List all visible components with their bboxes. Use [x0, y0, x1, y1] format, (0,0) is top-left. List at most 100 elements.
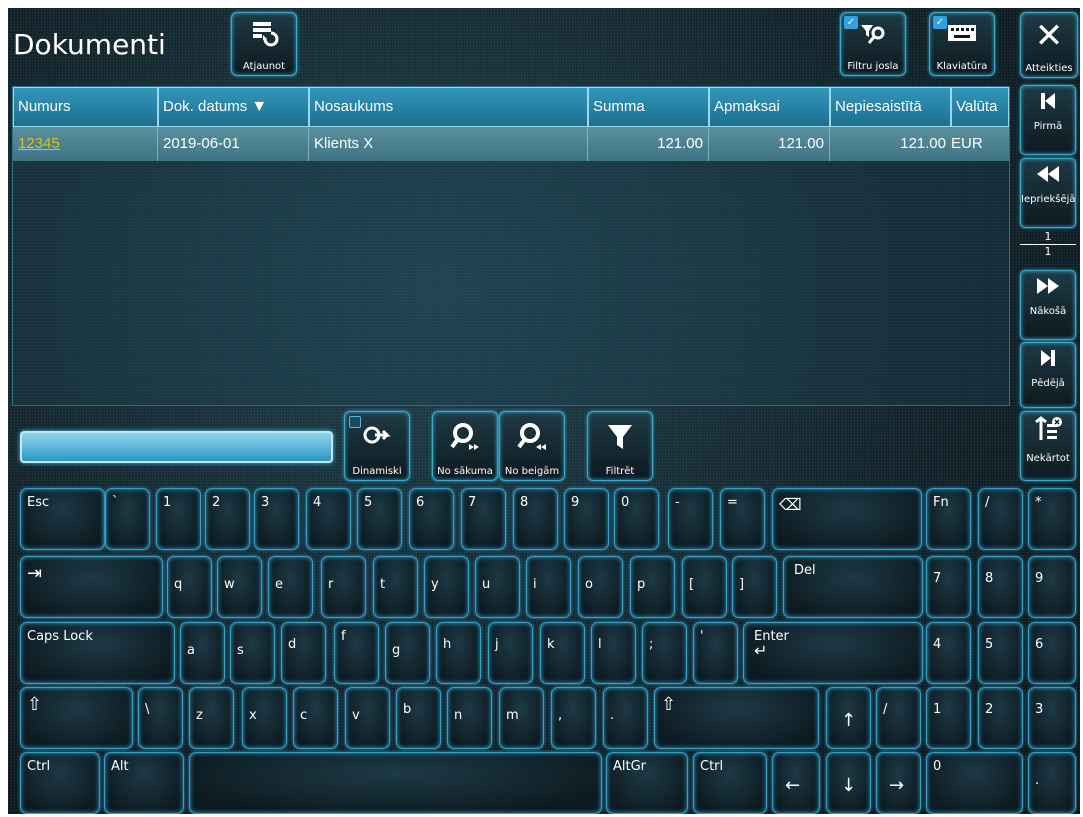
key-4[interactable]: 4	[306, 488, 351, 550]
key-numpad-3[interactable]: 3	[1028, 687, 1076, 749]
key-8[interactable]: 8	[513, 488, 558, 550]
key-h[interactable]: h	[436, 622, 481, 684]
key-v[interactable]: v	[345, 687, 390, 749]
key-w[interactable]: w	[217, 556, 262, 618]
key-0[interactable]: 0	[614, 488, 659, 550]
key-z[interactable]: z	[189, 687, 234, 749]
column-header-apmaksai[interactable]: Apmaksai	[709, 87, 830, 127]
key-1[interactable]: 1	[156, 488, 201, 550]
key-d[interactable]: d	[281, 622, 326, 684]
last-page-button[interactable]: Pēdējā	[1020, 342, 1076, 408]
key-numpad-multiply[interactable]: *	[1028, 488, 1076, 550]
key-g[interactable]: g	[385, 622, 430, 684]
document-link[interactable]: 12345	[18, 135, 60, 152]
key-numpad-9[interactable]: 9	[1028, 556, 1076, 618]
key-numpad-0[interactable]: 0	[926, 752, 1023, 814]
column-header-summa[interactable]: Summa	[588, 87, 709, 127]
key-arrow-down[interactable]: ↓	[826, 752, 871, 814]
column-header-nepiesaistita[interactable]: Nepiesaistītā	[830, 87, 951, 127]
first-page-button[interactable]: Pirmā	[1020, 85, 1076, 155]
key-arrow-right[interactable]: →	[876, 752, 921, 814]
key-comma[interactable]: ,	[551, 687, 596, 749]
refresh-button[interactable]: Atjaunot	[231, 12, 297, 76]
column-header-valuta[interactable]: Valūta	[951, 87, 1009, 127]
key-numpad-decimal[interactable]: .	[1028, 752, 1076, 814]
key-y[interactable]: y	[424, 556, 469, 618]
key-u[interactable]: u	[475, 556, 520, 618]
key-equals[interactable]: =	[720, 488, 765, 550]
key-numpad-6[interactable]: 6	[1028, 622, 1076, 684]
cancel-button[interactable]: ✕ Atteikties	[1020, 12, 1078, 78]
column-header-nosaukums[interactable]: Nosaukums	[309, 87, 588, 127]
key-q[interactable]: q	[167, 556, 212, 618]
key-a[interactable]: a	[180, 622, 225, 684]
search-input[interactable]	[20, 431, 333, 463]
key-o[interactable]: o	[578, 556, 623, 618]
keyboard-toggle[interactable]: ✓ Klaviatūra	[929, 12, 995, 76]
key-backslash[interactable]: \	[138, 687, 183, 749]
key-7[interactable]: 7	[461, 488, 506, 550]
search-from-end-button[interactable]: No beigām	[499, 411, 565, 481]
column-header-numurs[interactable]: Numurs	[13, 87, 158, 127]
column-header-dok-datums[interactable]: Dok. datums ▼	[158, 87, 309, 127]
key-backspace[interactable]: ⌫	[772, 488, 922, 550]
key-3[interactable]: 3	[254, 488, 299, 550]
key-t[interactable]: t	[373, 556, 418, 618]
key-semicolon[interactable]: ;	[642, 622, 687, 684]
key-numpad-divide[interactable]: /	[978, 488, 1023, 550]
key-c[interactable]: c	[293, 687, 338, 749]
key-s[interactable]: s	[230, 622, 275, 684]
key-quote[interactable]: '	[693, 622, 738, 684]
key-b[interactable]: b	[396, 687, 441, 749]
key-ctrl-left[interactable]: Ctrl	[20, 752, 100, 814]
key-j[interactable]: j	[488, 622, 533, 684]
key-l[interactable]: l	[591, 622, 636, 684]
key-numpad-4[interactable]: 4	[926, 622, 971, 684]
key-numpad-2[interactable]: 2	[978, 687, 1023, 749]
key-numpad-8[interactable]: 8	[978, 556, 1023, 618]
key-alt[interactable]: Alt	[104, 752, 184, 814]
key-minus[interactable]: -	[668, 488, 713, 550]
table-row[interactable]: 12345 2019-06-01 Klients X 121.00 121.00…	[13, 127, 1009, 161]
key-n[interactable]: n	[447, 687, 492, 749]
key-backtick[interactable]: `	[105, 488, 150, 550]
key-k[interactable]: k	[540, 622, 585, 684]
key-arrow-left[interactable]: ←	[772, 752, 820, 814]
key-shift-right[interactable]: ⇧	[654, 687, 819, 749]
key-caps-lock[interactable]: Caps Lock	[20, 622, 175, 684]
key-space[interactable]	[189, 752, 602, 814]
key-9[interactable]: 9	[564, 488, 609, 550]
previous-page-button[interactable]: Iepriekšējā	[1020, 158, 1076, 228]
key-altgr[interactable]: AltGr	[606, 752, 688, 814]
key-numpad-1[interactable]: 1	[926, 687, 971, 749]
key-r[interactable]: r	[321, 556, 366, 618]
key-fn[interactable]: Fn	[926, 488, 971, 550]
unsort-button[interactable]: Nekārtot	[1020, 411, 1076, 481]
search-from-start-button[interactable]: No sākuma	[432, 411, 498, 481]
cell-numurs[interactable]: 12345	[13, 127, 158, 161]
key-del[interactable]: Del	[783, 556, 923, 618]
key-tab[interactable]: ⇥	[20, 556, 163, 618]
key-numpad-5[interactable]: 5	[978, 622, 1023, 684]
key-esc[interactable]: Esc	[20, 488, 105, 550]
key-period[interactable]: .	[603, 687, 648, 749]
key-e[interactable]: e	[268, 556, 313, 618]
key-x[interactable]: x	[242, 687, 287, 749]
key-m[interactable]: m	[499, 687, 544, 749]
filter-button[interactable]: Filtrēt	[587, 411, 653, 481]
key-arrow-up[interactable]: ↑	[826, 687, 871, 749]
key-numpad-7[interactable]: 7	[926, 556, 971, 618]
key-slash[interactable]: /	[876, 687, 921, 749]
key-p[interactable]: p	[630, 556, 675, 618]
filter-bar-toggle[interactable]: ✓ Filtru josla	[840, 12, 906, 76]
key-f[interactable]: f	[334, 622, 379, 684]
key-2[interactable]: 2	[205, 488, 250, 550]
key-6[interactable]: 6	[409, 488, 454, 550]
key-5[interactable]: 5	[357, 488, 402, 550]
key-shift-left[interactable]: ⇧	[20, 687, 133, 749]
key-i[interactable]: i	[526, 556, 571, 618]
key-enter[interactable]: Enter ↵	[743, 622, 923, 684]
dynamic-search-toggle[interactable]: Dinamiski	[344, 411, 410, 481]
key-bracket-left[interactable]: [	[682, 556, 727, 618]
key-ctrl-right[interactable]: Ctrl	[693, 752, 767, 814]
